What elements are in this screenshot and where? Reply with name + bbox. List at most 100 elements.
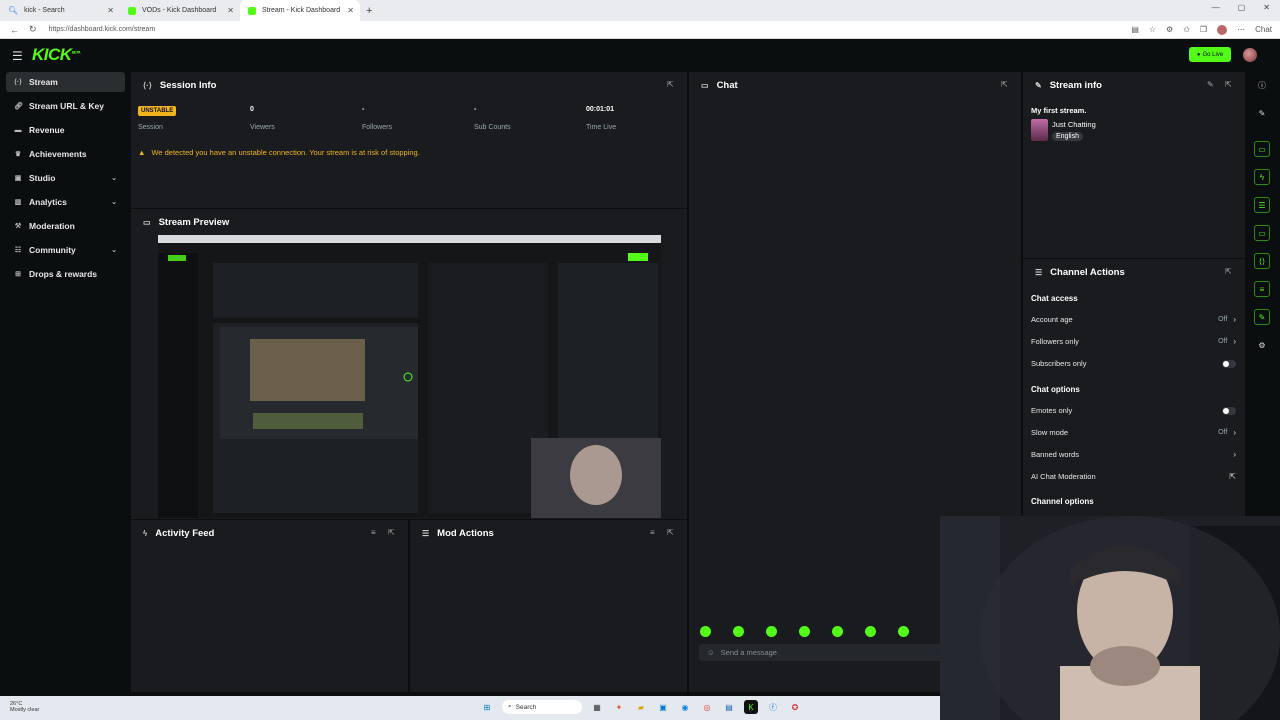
emoji-icon[interactable]: ☺ — [707, 648, 715, 657]
browser-toolbar: ▤ ☆ ⚙ ✩ ❐ ⋯ Chat — [1131, 24, 1272, 35]
popout-icon[interactable]: ⇱ — [667, 528, 674, 537]
stat-viewers: 0 Viewers — [250, 106, 275, 131]
windows-start-icon[interactable]: ⊞ — [480, 700, 494, 714]
back-icon[interactable]: ← — [10, 25, 19, 35]
setting-label: Account age — [1031, 315, 1073, 324]
emote-icon[interactable] — [832, 626, 843, 637]
sidebar-item-stream-url-key[interactable]: 🔗︎ Stream URL & Key — [6, 96, 125, 116]
more-icon[interactable]: ⋯ — [1237, 25, 1245, 34]
tab-stream-dashboard[interactable]: Stream - Kick Dashboard ✕ — [240, 0, 360, 21]
link-icon: 🔗︎ — [14, 103, 23, 110]
emote-icon[interactable] — [865, 626, 876, 637]
url-field[interactable]: https://dashboard.kick.com/stream — [49, 26, 156, 33]
weather-desc: Mostly clear — [10, 707, 40, 713]
panel-title: Channel Actions — [1050, 266, 1125, 278]
go-live-button[interactable]: ● Go Live — [1189, 47, 1231, 62]
user-avatar[interactable] — [1243, 48, 1257, 62]
copilot-icon[interactable]: ✦ — [612, 700, 626, 714]
popout-icon[interactable]: ⇱ — [1225, 267, 1232, 276]
emotes-only-toggle[interactable] — [1222, 406, 1236, 415]
extensions-icon[interactable]: ⚙ — [1166, 25, 1173, 34]
edit-icon[interactable]: ✎ — [1254, 105, 1270, 121]
filter-icon[interactable]: ≡ — [650, 528, 655, 537]
tab-title: kick - Search — [24, 7, 65, 14]
recording-app-icon[interactable]: ✪ — [788, 700, 802, 714]
kick-logo[interactable]: KICKBETA — [32, 45, 81, 65]
popout-icon[interactable]: ⇱ — [1001, 80, 1008, 89]
bolt-icon[interactable]: ϟ — [1254, 169, 1270, 185]
chevron-right-icon: › — [1233, 428, 1236, 437]
info-icon[interactable]: ⓘ — [1254, 77, 1270, 93]
weather-widget[interactable]: 26°C Mostly clear — [10, 701, 39, 713]
sidebar-item-label: Community — [29, 245, 76, 255]
collections-icon[interactable]: ❐ — [1200, 25, 1207, 34]
popout-icon[interactable]: ⇱ — [388, 528, 395, 537]
reader-icon[interactable]: ▤ — [1131, 25, 1139, 34]
stat-label: Followers — [362, 124, 392, 131]
favorite-star-icon[interactable]: ☆ — [1149, 25, 1156, 34]
sidebar-item-moderation[interactable]: ⚒ Moderation — [6, 216, 125, 236]
emote-icon[interactable] — [700, 626, 711, 637]
app-icon[interactable]: ▤ — [722, 700, 736, 714]
subscribers-only-toggle[interactable] — [1222, 359, 1236, 368]
sidebar-item-revenue[interactable]: ▬ Revenue — [6, 120, 125, 140]
edit-icon[interactable]: ✎ — [1207, 80, 1214, 89]
popout-icon[interactable]: ⇱ — [667, 80, 674, 89]
refresh-icon[interactable]: ↻ — [29, 24, 37, 35]
file-explorer-icon[interactable]: ▰ — [634, 700, 648, 714]
store-icon[interactable]: ▣ — [656, 700, 670, 714]
signal-icon[interactable]: ⟨⟩ — [1254, 253, 1270, 269]
task-view-icon[interactable]: ▦ — [590, 700, 604, 714]
account-age-setting[interactable]: Account age Off › — [1031, 315, 1236, 324]
chat-input[interactable]: ☺ Send a message — [699, 644, 941, 661]
followers-only-setting[interactable]: Followers only Off › — [1031, 337, 1236, 346]
close-tab-icon[interactable]: ✕ — [347, 6, 354, 15]
facebook-icon[interactable]: ⓕ — [766, 700, 780, 714]
close-tab-icon[interactable]: ✕ — [227, 6, 234, 15]
maximize-icon[interactable]: ▢ — [1238, 3, 1246, 12]
sidebar-item-stream[interactable]: ⟨·⟩ Stream — [6, 72, 125, 92]
chrome-icon[interactable]: ◎ — [700, 700, 714, 714]
profile-avatar[interactable] — [1217, 24, 1228, 35]
copilot-chat-button[interactable]: Chat — [1255, 25, 1272, 34]
close-tab-icon[interactable]: ✕ — [107, 6, 114, 15]
tab-vods-dashboard[interactable]: VODs - Kick Dashboard ✕ — [120, 0, 240, 21]
bolt-icon: ϟ — [143, 528, 148, 538]
sidebar-item-studio[interactable]: ▣ Studio ⌄ — [6, 168, 125, 188]
monitor-icon: ▭ — [143, 217, 151, 227]
sidebar-item-label: Achievements — [29, 149, 87, 159]
emote-icon[interactable] — [799, 626, 810, 637]
taskbar-search[interactable]: ⌕ Search — [502, 700, 582, 714]
menu-icon[interactable]: ☰ — [12, 49, 23, 63]
new-tab-icon[interactable]: + — [366, 5, 372, 17]
session-panel-icon[interactable]: ▭ — [1254, 141, 1270, 157]
tab-kick-search[interactable]: 🔍︎ kick - Search ✕ — [0, 0, 120, 21]
minimize-icon[interactable]: — — [1212, 3, 1220, 12]
emote-icon[interactable] — [898, 626, 909, 637]
emote-icon[interactable] — [733, 626, 744, 637]
chat-icon[interactable]: ▭ — [1254, 225, 1270, 241]
emote-icon[interactable] — [766, 626, 777, 637]
stat-value: 00:01:01 — [586, 106, 615, 113]
filter-icon[interactable]: ≡ — [371, 528, 376, 537]
sidebar-item-community[interactable]: ☷ Community ⌄ — [6, 240, 125, 260]
banned-words-setting[interactable]: Banned words › — [1031, 450, 1236, 459]
layout-icon[interactable]: ⚙ — [1254, 337, 1270, 353]
popout-icon[interactable]: ⇱ — [1225, 80, 1232, 89]
favorites-icon[interactable]: ✩ — [1183, 25, 1190, 34]
slow-mode-setting[interactable]: Slow mode Off › — [1031, 428, 1236, 437]
stream-preview-video[interactable] — [158, 235, 661, 518]
close-window-icon[interactable]: ✕ — [1263, 3, 1270, 12]
wrench-icon[interactable]: ✎ — [1254, 309, 1270, 325]
sidebar-item-achievements[interactable]: ♛ Achievements — [6, 144, 125, 164]
sidebar-item-drops-rewards[interactable]: ⊞ Drops & rewards — [6, 264, 125, 284]
stream-category[interactable]: Just Chatting — [1052, 120, 1096, 129]
kick-app-icon[interactable]: K — [744, 700, 758, 714]
sliders-icon[interactable]: ≡ — [1254, 281, 1270, 297]
list-icon[interactable]: ☰ — [1254, 197, 1270, 213]
edge-icon[interactable]: ◉ — [678, 700, 692, 714]
logo-badge: BETA — [71, 49, 81, 55]
sidebar-item-analytics[interactable]: ▥ Analytics ⌄ — [6, 192, 125, 212]
setting-value: Off — [1218, 316, 1228, 323]
ai-chat-moderation-setting[interactable]: AI Chat Moderation ⇱ — [1031, 472, 1236, 481]
